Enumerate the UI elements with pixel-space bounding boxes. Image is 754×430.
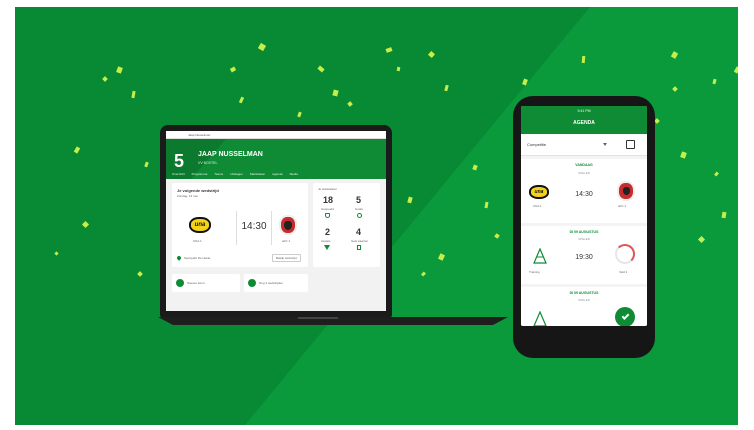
card-icon xyxy=(357,245,361,250)
shield-icon xyxy=(325,213,330,218)
stat-label: Gespeeld xyxy=(321,207,334,211)
stat-value: 5 xyxy=(356,195,362,205)
profile-tabs: Overzicht Programma Teams Uitslagen Stat… xyxy=(166,172,386,179)
agenda-item-today[interactable]: VANDAAG SPELER una UNA 1 14:30 aFC 1 xyxy=(521,159,647,223)
away-team-name: aFC 1 xyxy=(618,204,627,208)
section-day: DI 09 AUGUSTUS xyxy=(569,291,599,295)
stat-value: 4 xyxy=(356,227,362,237)
assist-icon xyxy=(324,245,330,250)
kickoff-time: 14:30 xyxy=(241,221,267,232)
new-photos-tile[interactable]: Nieuwe foto's xyxy=(172,274,240,292)
role-tag: SPELER xyxy=(578,298,590,302)
remaining-matches-tile[interactable]: Nog 3 wedstrijden xyxy=(244,274,308,292)
tab-agenda[interactable]: Agenda xyxy=(272,172,282,179)
next-match-date: Zondag, 13 mei xyxy=(177,194,198,198)
laptop-screen: Jaap Nusselman 5 JAAP NUSSELMAN VV BOXTE… xyxy=(166,131,386,311)
agenda-item-training[interactable]: DI 09 AUGUSTUS SPELER Training 19:30 Vel… xyxy=(521,226,647,284)
role-tag: SPELER xyxy=(578,171,590,175)
stats-title: Je statistieken xyxy=(318,187,338,191)
background-stage: Jaap Nusselman 5 JAAP NUSSELMAN VV BOXTE… xyxy=(15,7,738,425)
tab-statistieken[interactable]: Statistieken xyxy=(250,172,266,179)
stat-label: Goals xyxy=(355,207,363,211)
section-day: VANDAAG xyxy=(575,163,593,167)
phone-mockup: 9:41 PM AGENDA Competitie VANDAAG SPELER… xyxy=(513,96,655,358)
check-icon xyxy=(615,307,635,326)
agenda-item-next[interactable]: DI 09 AUGUSTUS SPELER xyxy=(521,287,647,326)
una-logo-text: una xyxy=(194,222,206,228)
stat-label: Gele kaarten xyxy=(351,239,369,243)
divider xyxy=(271,211,272,245)
confetti-piece xyxy=(581,55,586,64)
phone-screen: 9:41 PM AGENDA Competitie VANDAAG SPELER… xyxy=(521,106,647,326)
location-pin-icon xyxy=(176,255,182,261)
stats-card: Je statistieken 18 Gespeeld 5 Goals 2 As… xyxy=(313,183,380,267)
stat-value: 18 xyxy=(323,195,334,205)
photo-icon xyxy=(176,279,184,287)
laptop-app-bar: Jaap Nusselman xyxy=(166,131,386,139)
player-name: JAAP NUSSELMAN xyxy=(198,151,263,158)
next-match-card[interactable]: Je volgende wedstrijd Zondag, 13 mei una… xyxy=(172,183,308,267)
tab-teams[interactable]: Teams xyxy=(214,172,223,179)
training-label: Training xyxy=(529,270,540,274)
next-match-title: Je volgende wedstrijd xyxy=(177,188,219,193)
tab-overzicht[interactable]: Overzicht xyxy=(172,172,185,179)
training-cone-icon xyxy=(533,311,547,326)
phone-header: 9:41 PM AGENDA xyxy=(521,106,647,134)
nav-user-name[interactable]: Jaap Nusselman xyxy=(188,133,210,137)
section-day: DI 09 AUGUSTUS xyxy=(569,230,599,234)
view-match-button[interactable]: Bekijk wedstrijd xyxy=(272,254,301,262)
player-number: 5 xyxy=(174,151,185,171)
venue-name: Sportpark De Heide xyxy=(184,256,211,260)
calendar-icon xyxy=(248,279,256,287)
competition-filter[interactable]: Competitie xyxy=(527,142,546,147)
una-logo: una xyxy=(189,217,211,233)
afc-club-crest-icon xyxy=(617,181,635,201)
role-tag: SPELER xyxy=(578,237,590,241)
status-time: 9:41 PM xyxy=(577,109,591,113)
laptop-mockup: Jaap Nusselman 5 JAAP NUSSELMAN VV BOXTE… xyxy=(158,125,508,325)
laptop-lid: Jaap Nusselman 5 JAAP NUSSELMAN VV BOXTE… xyxy=(160,125,392,317)
stat-label: Assists xyxy=(321,239,331,243)
tab-uitslagen[interactable]: Uitslagen xyxy=(230,172,243,179)
chevron-down-icon[interactable] xyxy=(603,143,607,146)
remaining-matches-label: Nog 3 wedstrijden xyxy=(259,281,284,285)
laptop-base xyxy=(158,317,508,325)
calendar-settings-icon[interactable] xyxy=(626,140,635,149)
ball-icon xyxy=(357,213,362,218)
agenda-title: AGENDA xyxy=(573,120,595,126)
filter-bar: Competitie xyxy=(521,134,647,156)
afc-club-crest-icon xyxy=(279,215,297,235)
home-team-name: UNA 1 xyxy=(533,204,542,208)
tab-media[interactable]: Media xyxy=(290,172,298,179)
progress-ring-icon xyxy=(615,244,635,264)
stat-value: 2 xyxy=(325,227,331,237)
player-club: VV BOXTEL xyxy=(198,161,218,165)
new-photos-label: Nieuwe foto's xyxy=(187,281,205,285)
field-label: Veld 2 xyxy=(619,270,628,274)
tab-programma[interactable]: Programma xyxy=(192,172,208,179)
away-team-name: aFC 1 xyxy=(282,239,291,243)
profile-hero: 5 JAAP NUSSELMAN VV BOXTEL Overzicht Pro… xyxy=(166,139,386,179)
home-team-name: UNA 1 xyxy=(193,239,202,243)
